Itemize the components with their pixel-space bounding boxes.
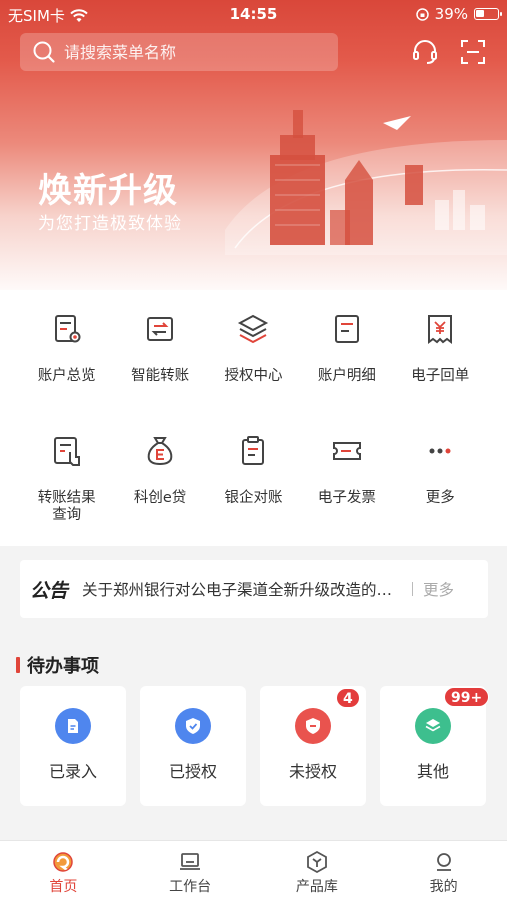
layers-stack-icon [415, 708, 451, 744]
orientation-lock-icon [415, 7, 429, 21]
menu-item-e-invoice[interactable]: 电子发票 [300, 412, 393, 534]
todo-title-text: 待办事项 [27, 656, 99, 677]
receipt-icon [428, 315, 453, 344]
account-overview-icon [54, 315, 81, 343]
menu-item-bank-reconciliation[interactable]: 银企对账 [207, 412, 300, 534]
status-bar: 无SIM卡 14:55 39% [0, 0, 507, 28]
banner-title: 焕新升级 [38, 171, 178, 211]
tab-label: 工作台 [169, 879, 212, 895]
tab-product-library[interactable]: 产品库 [254, 841, 381, 900]
transfer-result-icon [53, 437, 80, 466]
scan-icon[interactable] [459, 38, 487, 66]
announcement-more-link[interactable]: 更多 [423, 578, 454, 600]
function-menu-grid: 账户总览 智能转账 授权中心 账户明细 电子回单 转账结果 查询 科创e贷 银企… [0, 290, 507, 534]
todo-card-label: 其他 [416, 762, 449, 781]
todo-card-label: 未授权 [288, 762, 337, 781]
menu-item-label: 智能转账 [131, 368, 190, 384]
menu-item-label: 账户明细 [317, 368, 376, 384]
tab-label: 产品库 [295, 879, 338, 895]
cube-icon [306, 850, 327, 874]
shield-minus-icon [295, 708, 331, 744]
tab-home[interactable]: 首页 [0, 841, 127, 900]
menu-item-label: 账户总览 [37, 368, 96, 384]
tab-workbench[interactable]: 工作台 [127, 841, 254, 900]
announcement-tag: 公告 [30, 579, 69, 602]
search-bar[interactable] [20, 33, 338, 71]
function-menu-card: 账户总览 智能转账 授权中心 账户明细 电子回单 转账结果 查询 科创e贷 银企… [0, 290, 507, 546]
more-icon [429, 448, 451, 454]
announcement-text[interactable]: 关于郑州银行对公电子渠道全新升级改造的公告 [82, 578, 402, 600]
shield-check-icon [175, 708, 211, 744]
ticket-icon [332, 442, 361, 460]
document-icon [55, 708, 91, 744]
other-count-badge: 99+ [444, 687, 490, 707]
laptop-icon [180, 853, 201, 870]
unauthorized-count-badge: 4 [336, 688, 360, 708]
user-icon [436, 853, 451, 871]
title-accent-bar [16, 657, 20, 673]
city-skyline-illustration [225, 110, 507, 255]
bottom-tab-bar: 首页 工作台 产品库 我的 [0, 840, 507, 900]
menu-item-authorization-center[interactable]: 授权中心 [207, 290, 300, 412]
transfer-icon [147, 317, 174, 341]
todo-card-label: 已录入 [48, 762, 97, 781]
todo-card-other[interactable]: 其他 99+ [380, 686, 490, 806]
battery-percent: 39% [434, 5, 468, 23]
menu-item-account-overview[interactable]: 账户总览 [20, 290, 113, 412]
menu-item-label: 银企对账 [224, 490, 283, 506]
menu-item-transfer-result-query[interactable]: 转账结果 查询 [20, 412, 113, 534]
todo-card-label: 已授权 [168, 762, 217, 781]
hero-banner: 无SIM卡 14:55 39% 请搜索菜单名称 焕新升级 为您打造极致体验 [0, 0, 507, 300]
search-input[interactable] [64, 42, 314, 62]
battery-icon [474, 8, 502, 20]
menu-item-label: 电子回单 [411, 368, 470, 384]
menu-item-label: 更多 [425, 490, 455, 506]
todo-cards: 已录入 已授权 未授权 4 其他 99+ [20, 686, 490, 806]
money-bag-icon [147, 437, 173, 466]
menu-item-more[interactable]: 更多 [394, 412, 487, 534]
todo-section-title: 待办事项 [16, 652, 99, 678]
banner-subtitle: 为您打造极致体验 [38, 214, 182, 234]
tab-label: 首页 [49, 879, 78, 895]
clipboard-icon [242, 436, 265, 465]
home-logo-icon [53, 852, 74, 872]
menu-item-smart-transfer[interactable]: 智能转账 [113, 290, 206, 412]
status-right: 39% [415, 5, 502, 23]
tab-mine[interactable]: 我的 [380, 841, 507, 900]
menu-item-e-receipt[interactable]: 电子回单 [394, 290, 487, 412]
announcement-bar[interactable]: 公告 关于郑州银行对公电子渠道全新升级改造的公告 更多 [20, 560, 488, 618]
menu-item-label: 转账结果 查询 [37, 490, 96, 523]
menu-item-label: 授权中心 [224, 368, 283, 384]
divider [412, 582, 414, 596]
tab-label: 我的 [429, 879, 458, 895]
search-icon [33, 41, 55, 63]
menu-item-label: 科创e贷 [133, 490, 187, 506]
customer-service-icon[interactable] [411, 38, 439, 66]
menu-item-kechuang-loan[interactable]: 科创e贷 [113, 412, 206, 534]
menu-item-label: 电子发票 [317, 490, 376, 506]
paper-plane-icon [383, 116, 411, 130]
todo-card-unauthorized[interactable]: 未授权 4 [260, 686, 366, 806]
layers-icon [238, 314, 269, 344]
todo-card-entered[interactable]: 已录入 [20, 686, 126, 806]
todo-card-authorized[interactable]: 已授权 [140, 686, 246, 806]
account-detail-icon [334, 315, 359, 343]
menu-item-account-detail[interactable]: 账户明细 [300, 290, 393, 412]
